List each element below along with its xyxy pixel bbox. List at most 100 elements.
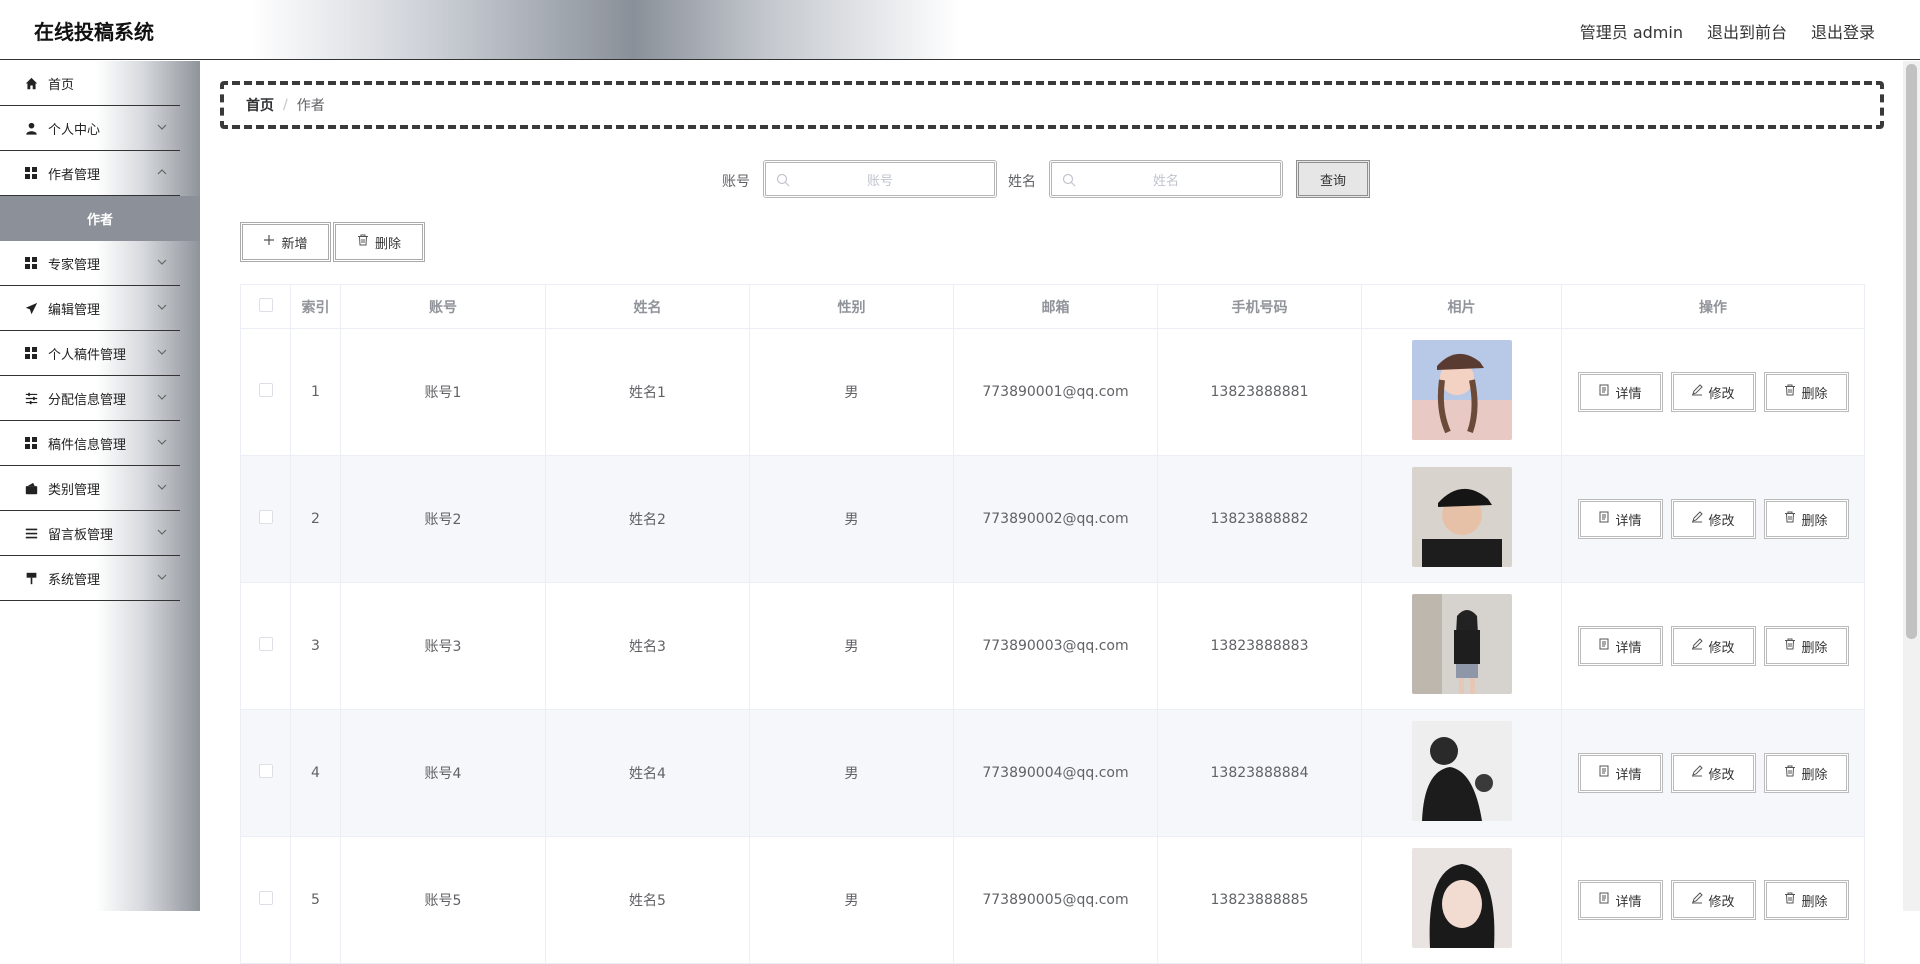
row-checkbox[interactable]	[258, 764, 273, 778]
wallet-icon	[24, 481, 38, 495]
sidebar-item-personal-center[interactable]: 个人中心	[0, 106, 180, 151]
gender-cell: 男	[749, 709, 954, 837]
row-checkbox[interactable]	[258, 510, 273, 524]
edit-button[interactable]: 修改	[1670, 372, 1756, 412]
sidebar-menu: 首页 个人中心 作者管理 作者 专家管理 编辑管理 个人稿件管理 分配信息管理 …	[0, 61, 200, 601]
edit-button[interactable]: 修改	[1670, 626, 1756, 666]
sidebar-item-message-board[interactable]: 留言板管理	[0, 511, 180, 556]
name-cell: 姓名4	[545, 709, 750, 837]
plus-icon	[263, 234, 275, 250]
column-header: 手机号码	[1157, 284, 1362, 329]
photo-cell	[1361, 455, 1562, 583]
author-photo	[1411, 467, 1512, 567]
detail-button[interactable]: 详情	[1577, 880, 1663, 920]
add-button[interactable]: 新增	[240, 222, 331, 262]
sidebar-item-expert-management[interactable]: 专家管理	[0, 241, 180, 286]
author-table: 索引 账号 姓名 性别 邮箱 手机号码 相片 操作 1 账号1 姓名1 男 77…	[240, 284, 1865, 964]
edit-icon	[1691, 511, 1704, 527]
sidebar-item-manuscript-personal[interactable]: 个人稿件管理	[0, 331, 180, 376]
detail-button[interactable]: 详情	[1577, 372, 1663, 412]
row-select-cell	[240, 709, 291, 837]
current-user-label: 管理员 admin	[1579, 23, 1683, 42]
batch-delete-button[interactable]: 删除	[333, 222, 425, 262]
edit-icon	[1691, 765, 1704, 781]
sidebar-item-home[interactable]: 首页	[0, 61, 180, 106]
index-cell: 4	[290, 709, 341, 837]
column-header: 邮箱	[953, 284, 1158, 329]
delete-label: 删除	[1801, 640, 1828, 656]
phone-cell: 13823888885	[1157, 836, 1362, 964]
email-cell: 773890001@qq.com	[953, 328, 1158, 456]
email-cell: 773890002@qq.com	[953, 455, 1158, 583]
phone-cell: 13823888883	[1157, 582, 1362, 710]
grid-icon	[24, 436, 38, 450]
author-photo	[1411, 721, 1512, 821]
logout-link[interactable]: 退出登录	[1811, 19, 1875, 43]
delete-button[interactable]: 删除	[1763, 753, 1849, 793]
top-header: 在线投稿系统 管理员 admin 退出到前台 退出登录	[0, 0, 1920, 60]
index-cell: 1	[290, 328, 341, 456]
select-all-checkbox[interactable]	[258, 297, 273, 312]
index-cell: 5	[290, 836, 341, 964]
sidebar-item-label: 个人中心	[48, 122, 101, 138]
row-checkbox[interactable]	[258, 637, 273, 651]
column-header: 账号	[340, 284, 546, 329]
sidebar-item-editor-management[interactable]: 编辑管理	[0, 286, 180, 331]
breadcrumb: 首页 / 作者	[220, 81, 1884, 129]
account-cell: 账号1	[340, 328, 546, 456]
table-row: 5 账号5 姓名5 男 773890005@qq.com 13823888885…	[240, 836, 1865, 964]
detail-button[interactable]: 详情	[1577, 499, 1663, 539]
delete-button[interactable]: 删除	[1763, 880, 1849, 920]
sidebar-item-category-management[interactable]: 类别管理	[0, 466, 180, 511]
edit-icon	[1691, 638, 1704, 654]
sidebar-item-system-management[interactable]: 系统管理	[0, 556, 180, 601]
column-header: 索引	[290, 284, 341, 329]
detail-label: 详情	[1615, 894, 1642, 910]
sidebar-item-label: 编辑管理	[48, 302, 101, 318]
delete-label: 删除	[1801, 513, 1828, 529]
breadcrumb-current: 作者	[296, 98, 325, 114]
chevron-down-icon	[157, 484, 167, 490]
table-row: 2 账号2 姓名2 男 773890002@qq.com 13823888882…	[240, 455, 1865, 583]
row-select-cell	[240, 836, 291, 964]
edit-button[interactable]: 修改	[1670, 499, 1756, 539]
edit-label: 修改	[1708, 767, 1735, 783]
index-cell: 2	[290, 455, 341, 583]
trash-icon	[1784, 638, 1796, 654]
delete-button[interactable]: 删除	[1763, 372, 1849, 412]
chevron-down-icon	[157, 529, 167, 535]
sidebar-item-label: 类别管理	[48, 482, 101, 498]
edit-button[interactable]: 修改	[1670, 753, 1756, 793]
delete-button[interactable]: 删除	[1763, 626, 1849, 666]
email-cell: 773890004@qq.com	[953, 709, 1158, 837]
sidebar-item-manuscript-info[interactable]: 稿件信息管理	[0, 421, 180, 466]
scrollbar-thumb[interactable]	[1906, 64, 1917, 639]
query-button[interactable]: 查询	[1296, 160, 1370, 198]
detail-label: 详情	[1615, 513, 1642, 529]
delete-label: 删除	[1801, 894, 1828, 910]
send-icon	[24, 301, 38, 315]
breadcrumb-home[interactable]: 首页	[246, 95, 274, 115]
sidebar-item-assignment-management[interactable]: 分配信息管理	[0, 376, 180, 421]
sidebar-item-label: 留言板管理	[48, 527, 114, 543]
phone-cell: 13823888884	[1157, 709, 1362, 837]
table-header-row: 索引 账号 姓名 性别 邮箱 手机号码 相片 操作	[240, 284, 1865, 329]
account-cell: 账号5	[340, 836, 546, 964]
app-title: 在线投稿系统	[34, 20, 154, 44]
delete-button[interactable]: 删除	[1763, 499, 1849, 539]
user-icon	[24, 121, 38, 135]
detail-button[interactable]: 详情	[1577, 753, 1663, 793]
edit-button[interactable]: 修改	[1670, 880, 1756, 920]
sidebar-subitem-author[interactable]: 作者	[0, 196, 200, 241]
name-search-input[interactable]: 姓名	[1049, 160, 1283, 198]
photo-cell	[1361, 328, 1562, 456]
row-checkbox[interactable]	[258, 383, 273, 397]
name-label: 姓名	[1008, 174, 1036, 190]
account-search-input[interactable]: 账号	[763, 160, 997, 198]
exit-to-front-link[interactable]: 退出到前台	[1707, 19, 1787, 43]
detail-button[interactable]: 详情	[1577, 626, 1663, 666]
account-label: 账号	[722, 174, 750, 190]
name-cell: 姓名2	[545, 455, 750, 583]
account-cell: 账号2	[340, 455, 546, 583]
row-checkbox[interactable]	[258, 891, 273, 905]
